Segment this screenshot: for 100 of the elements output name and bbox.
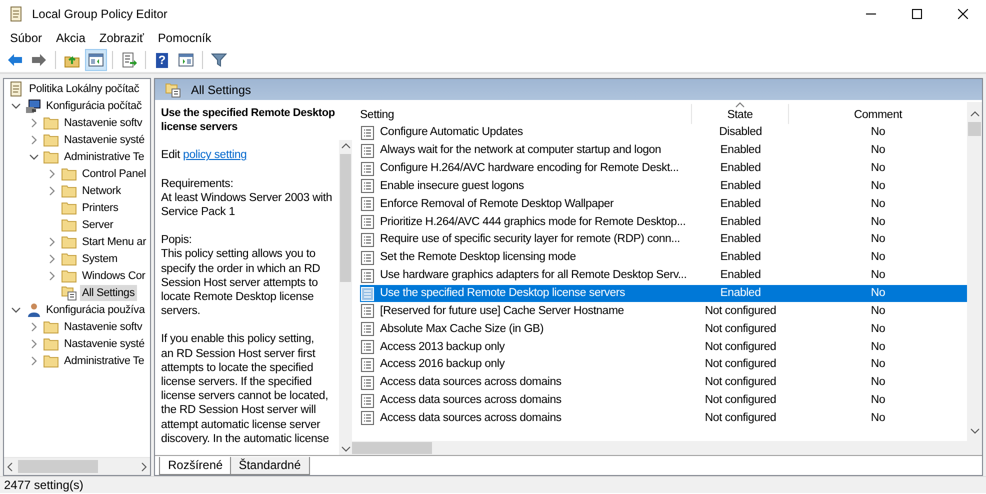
tree-item[interactable]: Nastavenie systé (62, 132, 147, 148)
comment-cell-text: No (870, 178, 886, 194)
table-row[interactable]: Access data sources across domains Not configured No (360, 410, 967, 428)
table-row[interactable]: Use the specified Remote Desktop license servers Enabled No (360, 284, 967, 302)
tree-item[interactable]: Nastavenie softv (62, 318, 144, 334)
table-row[interactable]: Access data sources across domains Not configured No (360, 374, 967, 392)
horizontal-scrollbar[interactable] (4, 457, 150, 475)
table-row[interactable]: [Reserved for future use] Cache Server Hostname Not configured No (360, 302, 967, 320)
policy-setting-icon (360, 142, 375, 159)
policy-setting-icon (360, 374, 375, 391)
comment-cell-text: No (870, 375, 886, 390)
tree-item[interactable]: Politika Lokálny počítač (27, 80, 142, 96)
scroll-thumb[interactable] (968, 122, 981, 136)
vertical-scrollbar[interactable] (967, 102, 982, 455)
edit-label: Edit (161, 149, 180, 162)
table-row[interactable]: Require use of specific security layer for remote (RDP) conn... Enabled No (360, 231, 967, 249)
tree-item[interactable]: Nastavenie systé (62, 336, 147, 352)
tree-item[interactable]: Printers (80, 200, 120, 216)
setting-name: Access 2013 backup only (379, 340, 506, 355)
policy-setting-icon (360, 178, 375, 194)
tree-item[interactable]: Windows Cor (80, 268, 148, 284)
folder-icon (61, 234, 77, 250)
comment-cell-text: No (870, 161, 886, 176)
table-row[interactable]: Absolute Max Cache Size (in GB) Not configured No (360, 320, 967, 338)
column-header[interactable]: Comment (789, 104, 967, 124)
policy-setting-icon (360, 286, 375, 302)
folder-icon (43, 132, 59, 148)
tree-item[interactable]: All Settings (80, 284, 137, 300)
table-row[interactable]: Use hardware graphics adapters for all Remote Desktop Serv... Enabled No (360, 266, 967, 285)
comment-cell-text: No (870, 125, 886, 140)
setting-name: Set the Remote Desktop licensing mode (379, 250, 577, 266)
sort-caret-icon[interactable] (735, 102, 745, 108)
tree-item[interactable]: Konfigurácia používa (44, 302, 147, 318)
policy-setting-link[interactable]: policy setting (183, 149, 247, 162)
policy-scroll-icon (8, 80, 24, 96)
setting-name: Always wait for the network at computer startup and logon (379, 143, 662, 158)
scroll-thumb[interactable] (352, 442, 432, 454)
comment-cell-text: No (870, 214, 886, 230)
table-row[interactable]: Access 2013 backup only Not configured No (360, 338, 967, 356)
setting-name: Prioritize H.264/AVC 444 graphics mode for Remote Desktop... (379, 214, 687, 230)
tree-item[interactable]: Administrative Te (62, 352, 146, 368)
tree-item[interactable]: Nastavenie softv (62, 114, 144, 130)
tree-item[interactable]: Administrative Te (62, 148, 146, 164)
table-row[interactable]: Access data sources across domains Not configured No (360, 392, 967, 410)
help-icon[interactable]: ? (156, 52, 168, 68)
tree-item[interactable]: System (80, 250, 120, 266)
status-text: 2477 setting(s) (4, 478, 84, 492)
menu-item[interactable]: Zobraziť (92, 31, 151, 45)
policy-setting-icon (360, 214, 375, 230)
table-row[interactable]: Configure Automatic Updates Disabled No (360, 124, 967, 142)
folder-icon (61, 166, 77, 182)
close-icon[interactable] (958, 9, 968, 19)
comment-cell-text: No (870, 357, 886, 372)
tree-item[interactable]: Start Menu ar (80, 234, 148, 250)
policy-setting-icon (360, 392, 375, 409)
scroll-thumb[interactable] (340, 154, 351, 282)
column-header[interactable]: State (692, 104, 789, 124)
description-paragraph: If you enable this policy setting, an RD Session Host server first attempts to locate the specified license servers. If the specified license servers cannot be located, the RD Session Host server will attempt automatic license server discovery. In the automatic license (161, 332, 330, 446)
tree-item[interactable]: Server (80, 216, 116, 232)
comment-cell-text: No (870, 322, 886, 337)
tree-item[interactable]: Konfigurácia počítač (44, 98, 144, 114)
state-cell-text: Not configured (704, 357, 778, 372)
window-title: Local Group Policy Editor (32, 7, 168, 21)
state-cell-text: Enabled (719, 196, 762, 212)
menu-item[interactable]: Akcia (49, 31, 92, 45)
scroll-thumb[interactable] (18, 460, 98, 473)
folder-icon (61, 216, 77, 232)
horizontal-scrollbar[interactable] (352, 441, 967, 455)
setting-name: Enforce Removal of Remote Desktop Wallpaper (379, 196, 615, 212)
table-row[interactable]: Enable insecure guest logons Enabled No (360, 178, 967, 196)
maximize-icon[interactable] (912, 9, 922, 19)
setting-name: [Reserved for future use] Cache Server Hostname (379, 304, 625, 319)
table-row[interactable]: Access 2016 backup only Not configured No (360, 356, 967, 374)
policy-title: Use the specified Remote Desktop license servers (161, 106, 336, 134)
table-row[interactable]: Always wait for the network at computer startup and logon Enabled No (360, 142, 967, 160)
policy-setting-icon (360, 250, 375, 266)
menu-item[interactable]: Súbor (3, 31, 50, 45)
policy-setting-icon (360, 356, 375, 373)
policy-setting-icon (360, 232, 375, 248)
policy-setting-icon (360, 160, 375, 177)
menu-item[interactable]: Pomocník (150, 31, 218, 45)
table-row[interactable]: Set the Remote Desktop licensing mode Enabled No (360, 248, 967, 267)
tree-item[interactable]: Network (80, 182, 123, 198)
toolbar-button[interactable]: ? (151, 49, 173, 71)
comment-cell-text: No (870, 410, 886, 426)
table-row[interactable]: Enforce Removal of Remote Desktop Wallpaper Enabled No (360, 195, 967, 214)
tree-item[interactable]: Control Panel (80, 166, 148, 182)
state-cell-text: Enabled (719, 161, 762, 176)
policy-setting-icon (360, 124, 375, 141)
vertical-scrollbar[interactable] (339, 140, 352, 455)
state-cell-text: Not configured (704, 322, 778, 337)
policy-setting-icon (360, 196, 375, 212)
view-tab[interactable]: Rozšírené (159, 457, 232, 475)
comment-cell-text: No (870, 340, 886, 355)
comment-cell-text: No (870, 250, 886, 266)
view-tab[interactable]: Štandardné (230, 457, 310, 475)
table-row[interactable]: Configure H.264/AVC hardware encoding for Remote Deskt... Enabled No (360, 160, 967, 178)
state-cell-text: Enabled (719, 143, 762, 158)
table-row[interactable]: Prioritize H.264/AVC 444 graphics mode for Remote Desktop... Enabled No (360, 213, 967, 232)
column-header[interactable]: Setting (352, 104, 692, 124)
